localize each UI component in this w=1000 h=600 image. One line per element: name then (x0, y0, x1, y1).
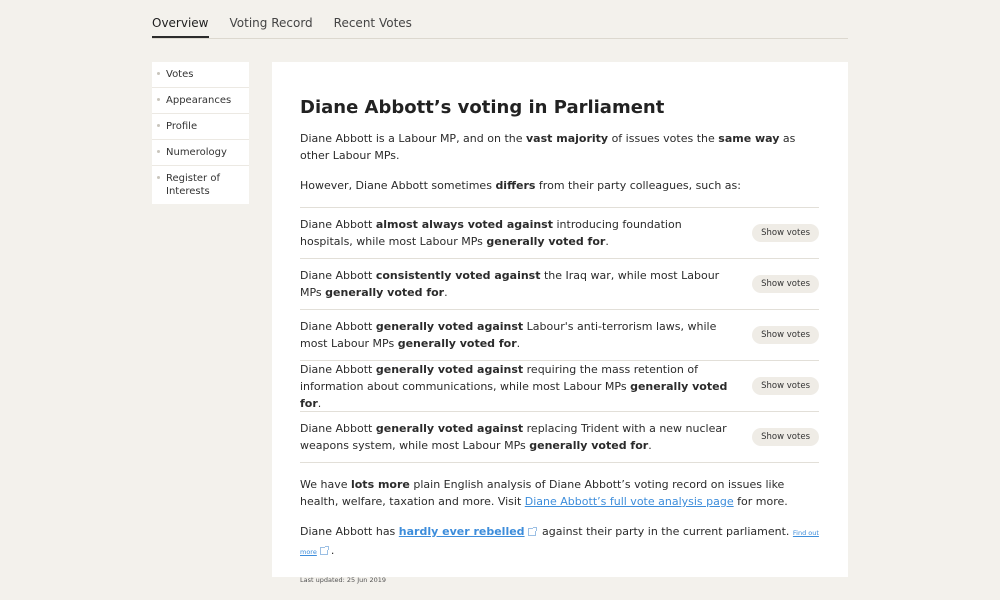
vote-summary: Diane Abbott consistently voted against … (300, 267, 730, 301)
vote-row: Diane Abbott consistently voted against … (300, 259, 819, 310)
emphasis: consistently voted against (375, 269, 541, 282)
emphasis: generally voted against (375, 320, 524, 333)
sidebar-item-label: Appearances (166, 95, 232, 106)
show-votes-button[interactable]: Show votes (752, 428, 819, 446)
show-votes-button[interactable]: Show votes (752, 326, 819, 344)
text: for more. (733, 495, 788, 508)
text: Diane Abbott (300, 362, 376, 376)
text: Diane Abbott (300, 422, 376, 435)
tab-bar: Overview Voting Record Recent Votes (152, 0, 848, 39)
text: . (516, 337, 521, 350)
sidebar-item-label: Register of Interests (166, 173, 220, 197)
emphasis: generally voted for (397, 337, 517, 350)
emphasis: vast majority (526, 132, 609, 145)
text: Diane Abbott is a Labour MP, and on the (300, 132, 526, 145)
bullet-icon (157, 72, 160, 75)
page-title: Diane Abbott’s voting in Parliament (300, 97, 665, 118)
full-vote-analysis-link[interactable]: Diane Abbott’s full vote analysis page (525, 495, 734, 508)
sidebar-item-profile[interactable]: Profile (152, 114, 249, 140)
show-votes-button[interactable]: Show votes (752, 275, 819, 293)
last-updated: Last updated: 25 Jun 2019 (300, 576, 386, 584)
sidebar-item-label: Votes (166, 69, 194, 80)
intro-text: Diane Abbott is a Labour MP, and on the … (300, 130, 819, 164)
text: of issues votes the (608, 132, 719, 145)
bullet-icon (157, 176, 160, 179)
bullet-icon (157, 124, 160, 127)
vote-row: Diane Abbott generally voted against rep… (300, 412, 819, 463)
text: from their party colleagues, such as: (535, 179, 741, 192)
emphasis: generally voted against (375, 362, 524, 376)
hardly-ever-rebelled-link[interactable]: hardly ever rebelled (399, 525, 525, 538)
vote-summary: Diane Abbott generally voted against req… (300, 361, 730, 412)
bullet-icon (157, 150, 160, 153)
sidebar-item-appearances[interactable]: Appearances (152, 88, 249, 114)
emphasis: generally voted against (375, 422, 524, 435)
emphasis: generally voted for (486, 235, 606, 248)
vote-summary: Diane Abbott almost always voted against… (300, 216, 730, 250)
text: Diane Abbott (300, 269, 376, 282)
tab-recent-votes[interactable]: Recent Votes (334, 0, 412, 38)
text: However, Diane Abbott sometimes (300, 179, 496, 192)
main-content: Diane Abbott’s voting in Parliament Dian… (272, 62, 848, 584)
sidebar-item-votes[interactable]: Votes (152, 62, 249, 88)
emphasis: same way (718, 132, 780, 145)
emphasis: almost always voted against (375, 218, 553, 231)
text: We have (300, 478, 351, 491)
emphasis: lots more (350, 478, 410, 491)
text: Diane Abbott has (300, 525, 399, 538)
text: . (444, 286, 448, 299)
sidebar-item-numerology[interactable]: Numerology (152, 140, 249, 166)
sidebar-item-register-of-interests[interactable]: Register of Interests (152, 166, 249, 204)
text: . (317, 396, 322, 410)
vote-row: Diane Abbott generally voted against req… (300, 361, 819, 412)
show-votes-button[interactable]: Show votes (752, 224, 819, 242)
sidebar-item-label: Numerology (166, 147, 227, 158)
tab-voting-record[interactable]: Voting Record (230, 0, 313, 38)
analysis-text: We have lots more plain English analysis… (300, 476, 819, 510)
text: Diane Abbott (300, 218, 376, 231)
vote-list: Diane Abbott almost always voted against… (300, 207, 819, 463)
rebellion-text: Diane Abbott has hardly ever rebelled ag… (300, 523, 819, 561)
external-link-icon (527, 527, 537, 536)
text: against their party in the current parli… (538, 525, 793, 538)
vote-summary: Diane Abbott generally voted against rep… (300, 420, 730, 454)
sidebar-item-label: Profile (166, 121, 198, 132)
emphasis: generally voted for (325, 286, 445, 299)
text: . (648, 439, 652, 452)
bullet-icon (157, 98, 160, 101)
vote-row: Diane Abbott almost always voted against… (300, 208, 819, 259)
differs-intro-text: However, Diane Abbott sometimes differs … (300, 177, 819, 194)
sidebar: Votes Appearances Profile Numerology Reg… (152, 62, 249, 204)
show-votes-button[interactable]: Show votes (752, 377, 819, 395)
text: . (605, 235, 609, 248)
emphasis: differs (495, 179, 536, 192)
tab-overview[interactable]: Overview (152, 0, 209, 38)
vote-row: Diane Abbott generally voted against Lab… (300, 310, 819, 361)
text: Diane Abbott (300, 320, 376, 333)
emphasis: generally voted for (529, 439, 649, 452)
external-link-icon (319, 546, 329, 555)
text: . (330, 544, 335, 557)
vote-summary: Diane Abbott generally voted against Lab… (300, 318, 730, 352)
